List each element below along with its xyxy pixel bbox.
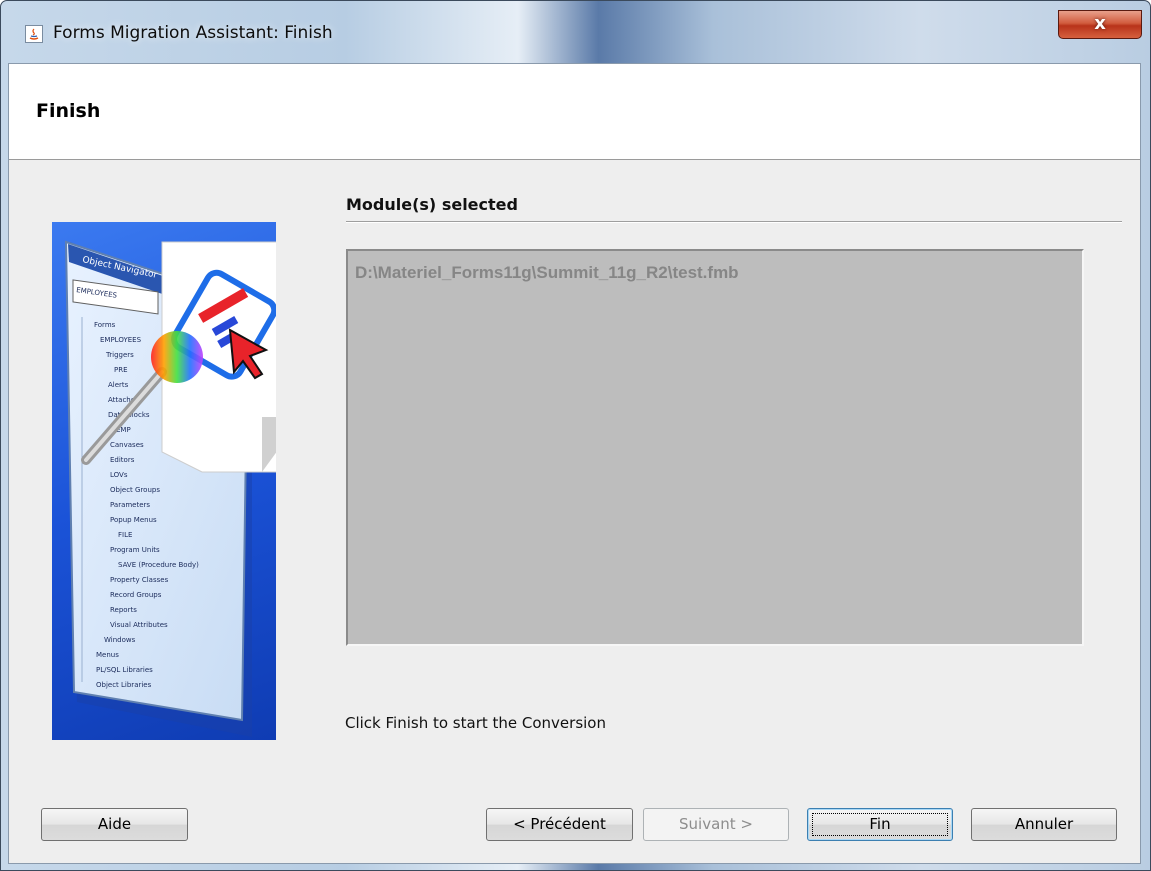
- help-button[interactable]: Aide: [41, 808, 188, 841]
- tree-item-label: Popup Menus: [110, 516, 157, 524]
- tree-item-label: Program Units: [110, 546, 160, 554]
- section-divider: [346, 221, 1122, 223]
- tree-item-label: Windows: [104, 636, 136, 644]
- module-list[interactable]: D:\Materiel_Forms11g\Summit_11g_R2\test.…: [346, 249, 1084, 646]
- back-button[interactable]: < Précédent: [486, 808, 633, 841]
- tree-item-label: Object Libraries: [96, 681, 152, 689]
- tree-item-label: Reports: [110, 606, 137, 614]
- window-title: Forms Migration Assistant: Finish: [53, 23, 333, 43]
- tree-item-label: SAVE (Procedure Body): [118, 561, 199, 569]
- tree-item-label: Visual Attributes: [110, 621, 168, 629]
- dialog-window: Forms Migration Assistant: Finish x Fini…: [0, 0, 1151, 871]
- close-button[interactable]: x: [1058, 10, 1142, 39]
- tree-item-label: PRE: [114, 366, 128, 374]
- tree-item-label: EMPLOYEES: [100, 336, 142, 344]
- tree-item-label: FILE: [118, 531, 132, 539]
- tree-item-label: Alerts: [108, 381, 129, 389]
- dialog-content: Finish Forms EMPLOYEES Triggers PRE Aler…: [8, 63, 1141, 864]
- tree-item-label: PL/SQL Libraries: [96, 666, 153, 674]
- tree-item-label: Parameters: [110, 501, 150, 509]
- tree-item-label: Triggers: [105, 351, 134, 359]
- wizard-illustration: Forms EMPLOYEES Triggers PRE Alerts Atta…: [52, 222, 276, 740]
- tree-item-label: Menus: [96, 651, 119, 659]
- tree-item-label: Object Groups: [110, 486, 160, 494]
- tree-item-label: Forms: [94, 321, 116, 329]
- tree-item-label: Canvases: [110, 441, 144, 449]
- tree-item-label: LOVs: [110, 471, 128, 479]
- next-button[interactable]: Suivant >: [643, 808, 789, 841]
- page-title: Finish: [36, 100, 101, 122]
- cancel-button[interactable]: Annuler: [971, 808, 1117, 841]
- tree-item-label: Record Groups: [110, 591, 162, 599]
- tree-item-label: Property Classes: [110, 576, 169, 584]
- focus-ring: [812, 813, 948, 836]
- section-title: Module(s) selected: [346, 195, 518, 214]
- java-app-icon: [25, 25, 43, 43]
- tree-item-label: Editors: [110, 456, 135, 464]
- instruction-text: Click Finish to start the Conversion: [345, 714, 606, 732]
- module-item: D:\Materiel_Forms11g\Summit_11g_R2\test.…: [355, 263, 739, 282]
- page-header: Finish: [9, 64, 1140, 160]
- finish-button[interactable]: Fin: [807, 808, 953, 841]
- title-bar[interactable]: Forms Migration Assistant: Finish x: [1, 1, 1150, 63]
